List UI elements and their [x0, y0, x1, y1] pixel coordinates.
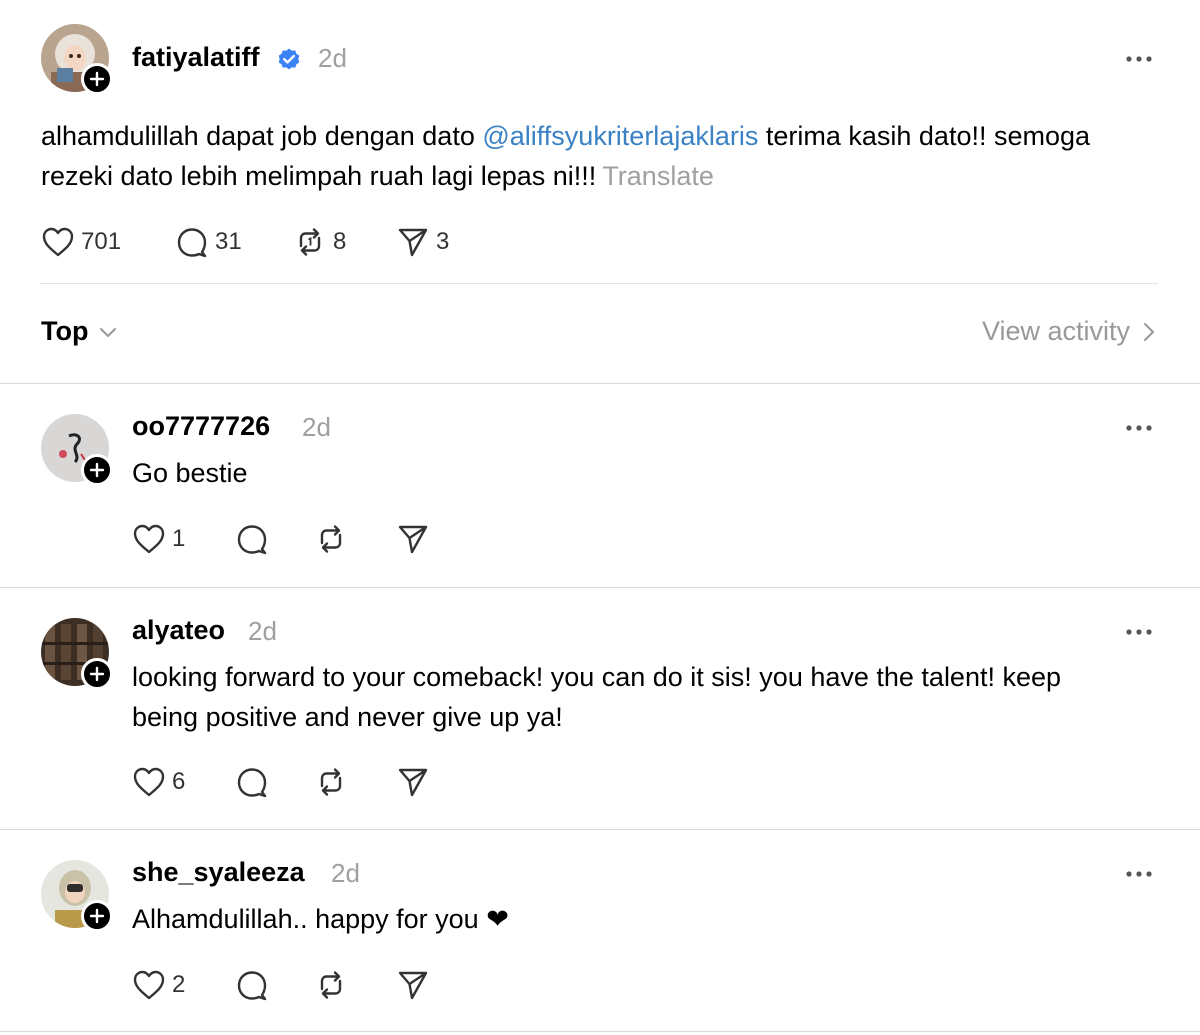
reply-username[interactable]: alyateo — [132, 615, 225, 646]
more-options-icon[interactable] — [1125, 53, 1155, 65]
reply-time: 2d — [302, 412, 331, 442]
post-username[interactable]: fatiyalatiff — [132, 42, 260, 73]
comment-icon — [237, 971, 267, 1001]
translate-link[interactable]: Translate — [602, 161, 714, 191]
reply-text: Alhamdulillah.. happy for you ❤ — [132, 904, 509, 934]
repost-icon — [320, 768, 342, 796]
reply-button[interactable]: 31 — [175, 226, 242, 258]
like-button[interactable]: 2 — [132, 969, 185, 1001]
verified-badge-icon — [278, 48, 300, 70]
more-options-icon[interactable] — [1125, 626, 1155, 638]
heart-icon — [133, 524, 165, 554]
repost-button[interactable] — [314, 969, 348, 1001]
send-icon — [398, 228, 428, 257]
follow-plus-icon[interactable] — [81, 63, 113, 95]
view-activity-link[interactable]: View activity — [982, 316, 1156, 347]
follow-plus-icon[interactable] — [81, 454, 113, 486]
repost-button[interactable] — [314, 523, 348, 555]
more-options-icon[interactable] — [1125, 422, 1155, 434]
send-icon — [398, 971, 428, 1000]
like-count: 701 — [81, 228, 122, 255]
reply-text: Go bestie — [132, 458, 248, 488]
comment-icon — [237, 525, 267, 555]
divider — [40, 283, 1158, 284]
divider — [0, 383, 1200, 384]
reply-count: 31 — [215, 228, 242, 255]
reply-username[interactable]: she_syaleeza — [132, 857, 305, 888]
chevron-right-icon — [1144, 322, 1154, 341]
repost-button[interactable] — [314, 766, 348, 798]
like-button[interactable]: 701 — [41, 226, 121, 258]
sort-label: Top — [41, 316, 89, 346]
reply-button[interactable] — [235, 523, 269, 555]
like-count: 2 — [172, 971, 186, 998]
share-button[interactable] — [396, 766, 430, 798]
follow-plus-icon[interactable] — [81, 900, 113, 932]
reply-time: 2d — [248, 616, 277, 646]
comment-icon — [237, 768, 267, 798]
heart-icon — [42, 227, 74, 257]
sort-dropdown[interactable]: Top — [41, 316, 118, 347]
comment-icon — [177, 228, 207, 258]
reply-text: looking forward to your comeback! you ca… — [132, 662, 1062, 732]
repost-icon — [320, 525, 342, 553]
view-activity-label: View activity — [981, 316, 1130, 346]
post-time: 2d — [318, 43, 347, 73]
like-count: 6 — [172, 768, 186, 795]
like-count: 1 — [172, 525, 186, 552]
send-icon — [398, 525, 428, 554]
repost-icon — [299, 228, 321, 256]
reply-time: 2d — [331, 858, 360, 888]
repost-button[interactable]: 8 — [293, 226, 346, 258]
like-button[interactable]: 1 — [132, 523, 185, 555]
repost-count: 8 — [333, 228, 347, 255]
reply-button[interactable] — [235, 766, 269, 798]
repost-icon — [320, 971, 342, 999]
follow-plus-icon[interactable] — [81, 658, 113, 690]
post-text: alhamdulillah dapat job dengan dato @ali… — [41, 121, 1091, 191]
like-button[interactable]: 6 — [132, 766, 185, 798]
divider — [0, 829, 1200, 830]
share-button[interactable] — [396, 523, 430, 555]
mention-link[interactable]: @aliffsyukriterlajaklaris — [482, 121, 758, 151]
chevron-down-icon — [100, 327, 117, 337]
heart-icon — [133, 970, 165, 1000]
divider — [0, 1031, 1200, 1032]
send-icon — [398, 768, 428, 797]
more-options-icon[interactable] — [1125, 868, 1155, 880]
share-button[interactable] — [396, 969, 430, 1001]
share-button[interactable]: 3 — [396, 226, 449, 258]
reply-username[interactable]: oo7777726 — [132, 411, 270, 442]
share-count: 3 — [436, 228, 450, 255]
heart-icon — [133, 767, 165, 797]
divider — [0, 587, 1200, 588]
reply-button[interactable] — [235, 969, 269, 1001]
